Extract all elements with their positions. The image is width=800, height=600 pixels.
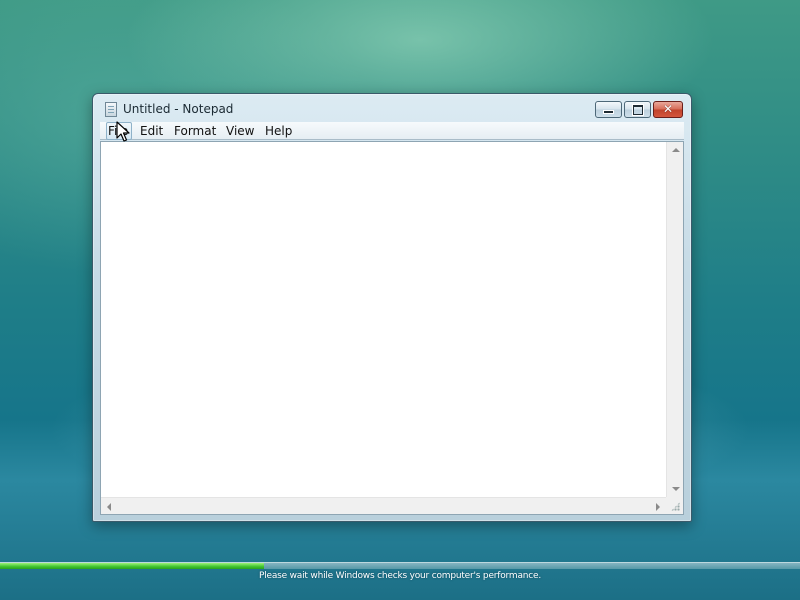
menu-bar: File Edit Format View Help: [100, 122, 684, 140]
scroll-left-icon[interactable]: [107, 503, 111, 511]
scroll-right-icon[interactable]: [656, 503, 660, 511]
text-area[interactable]: [101, 142, 666, 497]
size-grip[interactable]: [666, 497, 683, 514]
editor-frame: [100, 141, 684, 515]
progress-track: [0, 562, 800, 569]
close-icon: ✕: [662, 102, 674, 116]
status-message: Please wait while Windows checks your co…: [258, 571, 542, 581]
progress-fill: [0, 563, 264, 569]
desktop-background: Untitled - Notepad ✕ File Edit Format Vi…: [0, 0, 800, 600]
title-bar[interactable]: Untitled - Notepad ✕: [93, 94, 691, 122]
menu-format[interactable]: Format: [172, 123, 218, 139]
minimize-button[interactable]: [595, 101, 622, 118]
scroll-up-icon[interactable]: [672, 148, 680, 152]
menu-view[interactable]: View: [224, 123, 256, 139]
window-title: Untitled - Notepad: [123, 102, 234, 116]
maximize-icon: [625, 102, 650, 117]
close-button[interactable]: ✕: [653, 101, 683, 118]
menu-edit[interactable]: Edit: [138, 123, 165, 139]
horizontal-scrollbar[interactable]: [101, 497, 666, 514]
mouse-pointer-icon: [116, 121, 130, 142]
menu-help[interactable]: Help: [263, 123, 294, 139]
vertical-scrollbar[interactable]: [666, 142, 683, 497]
scroll-down-icon[interactable]: [672, 487, 680, 491]
maximize-button[interactable]: [624, 101, 651, 118]
notepad-icon[interactable]: [105, 102, 117, 117]
notepad-window: Untitled - Notepad ✕ File Edit Format Vi…: [92, 93, 692, 522]
minimize-icon: [596, 102, 621, 117]
